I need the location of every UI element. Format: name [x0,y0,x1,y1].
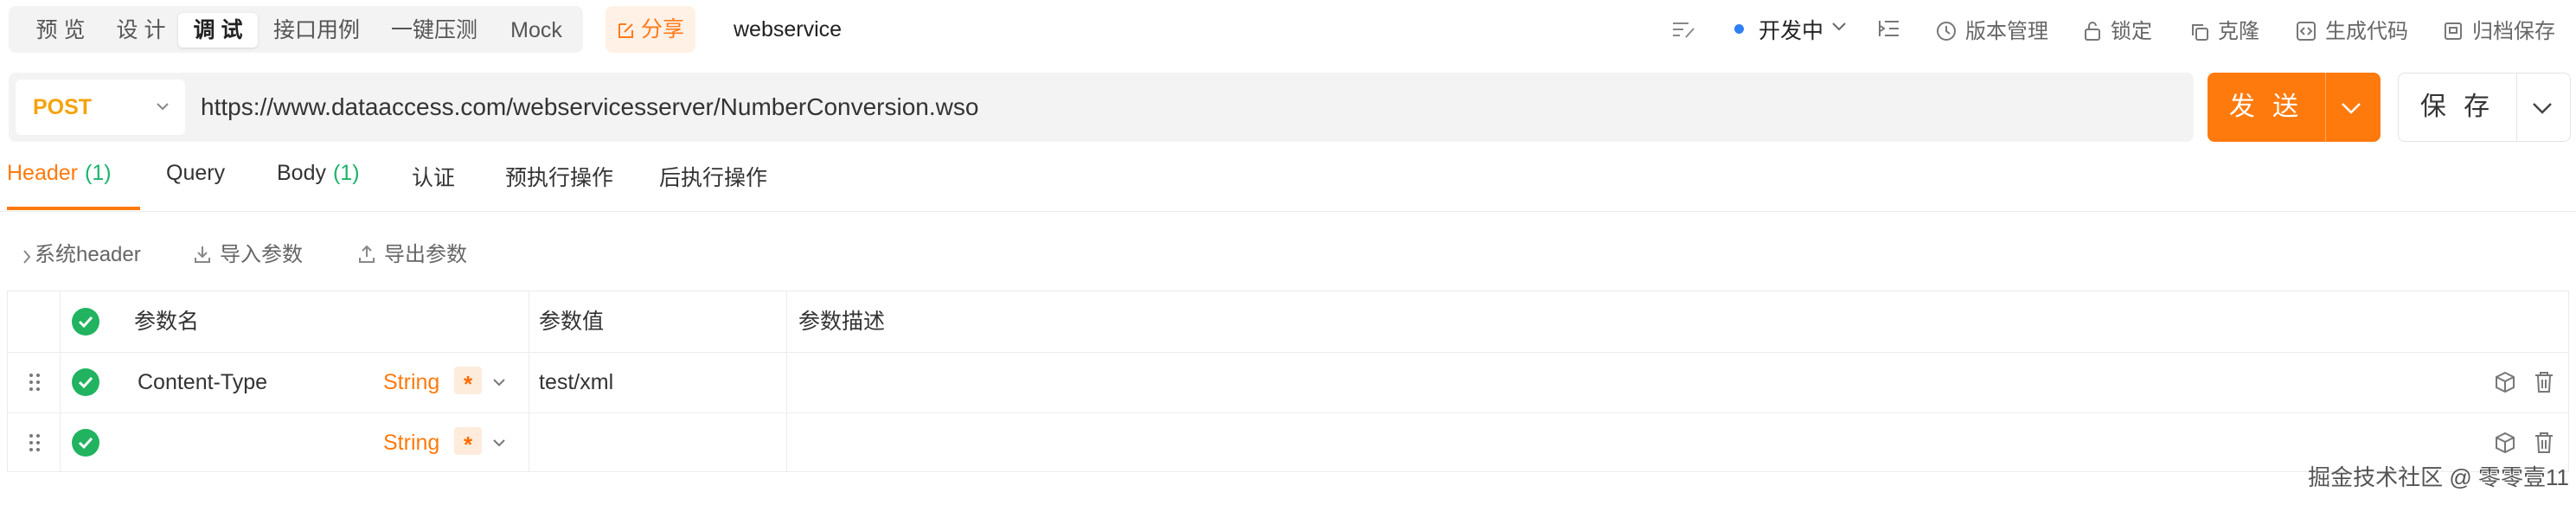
archive-icon [2445,22,2462,40]
check-icon [78,376,93,389]
clone-button[interactable]: 克隆 [2190,14,2259,44]
chevron-down-icon[interactable] [492,438,506,447]
chevron-down-icon[interactable] [2530,100,2554,116]
import-icon [195,246,210,263]
delete-icon[interactable] [2534,371,2554,393]
header-subtoolbar: 系统header 导入参数 导出参数 [0,227,2576,275]
edit-icon [618,23,633,38]
check-icon [78,316,93,329]
method-select[interactable]: POST [16,80,185,135]
table-row: String * [8,412,2568,471]
import-label: 导入参数 [220,243,303,266]
column-header-name: 参数名 [134,310,200,334]
system-header-toggle[interactable]: 系统header [22,237,141,267]
chevron-down-icon[interactable] [492,378,506,387]
code-icon [2297,22,2316,41]
column-header-value: 参数值 [539,310,605,334]
tab-stress-test[interactable]: 一键压测 [379,13,490,48]
export-label: 导出参数 [384,243,467,266]
url-bar: POST https://www.dataaccess.com/webservi… [9,73,2194,142]
tab-debug[interactable]: 调 试 [178,13,258,48]
generate-code-label: 生成代码 [2325,20,2408,43]
active-tab-indicator [7,207,140,210]
cube-icon[interactable] [2494,431,2516,454]
divider [2516,74,2517,141]
copy-icon [2192,24,2208,41]
tab-body[interactable]: Body (1) [277,161,360,186]
clone-label: 克隆 [2218,20,2259,43]
export-params-button[interactable]: 导出参数 [356,237,467,267]
chevron-down-icon [157,103,169,111]
tab-auth[interactable]: 认证 [412,161,455,192]
param-value-input[interactable]: test/xml [539,352,613,412]
chevron-right-icon [23,250,31,264]
outline-icon[interactable] [1877,17,1901,40]
param-value-input[interactable] [539,412,781,473]
tab-design[interactable]: 设 计 [104,13,178,48]
system-header-label: 系统header [35,243,141,266]
param-name-input[interactable] [138,412,371,473]
tab-body-count: (1) [332,161,360,185]
param-type-select[interactable]: String [383,352,439,412]
param-name-input[interactable]: Content-Type [138,352,267,412]
archive-label: 归档保存 [2472,20,2555,43]
check-icon [78,437,93,450]
request-tabs: Header (1) Query Body (1) 认证 预执行操作 后执行操作 [0,154,2576,212]
status-dropdown[interactable]: 开发中 [1759,14,1823,45]
export-icon [359,245,375,263]
top-toolbar: 预 览 设 计 调 试 接口用例 一键压测 Mock 分享 webservice… [0,0,2576,61]
table-header-row: 参数名 参数值 参数描述 [8,291,2568,353]
tab-body-label: Body [277,161,326,185]
chevron-down-icon[interactable] [1831,22,1847,32]
archive-save-button[interactable]: 归档保存 [2443,14,2555,44]
watermark: 掘金技术社区 @ 零零壹11 [2308,464,2569,490]
drag-handle-icon[interactable] [29,433,41,452]
tab-preview[interactable]: 预 览 [17,13,104,48]
tab-header[interactable]: Header (1) [7,161,112,186]
mode-tab-group: 预 览 设 计 调 试 接口用例 一键压测 Mock [9,6,583,53]
param-description-input[interactable] [798,352,2442,412]
header-params-table: 参数名 参数值 参数描述 Content-Type String * test/… [7,291,2569,472]
drag-handle-icon[interactable] [29,373,41,392]
select-all-checkbox[interactable] [72,308,99,336]
param-description-input[interactable] [798,412,2442,473]
row-enable-checkbox[interactable] [72,429,99,457]
tab-pre-script[interactable]: 预执行操作 [505,161,613,192]
version-label: 版本管理 [1965,20,2048,43]
column-header-description: 参数描述 [798,310,886,334]
tab-test-cases[interactable]: 接口用例 [261,13,372,48]
status-dot-icon [1734,24,1744,34]
cube-icon[interactable] [2494,371,2516,393]
divider [2325,73,2326,142]
send-label: 发 送 [2228,93,2304,121]
import-params-button[interactable]: 导入参数 [192,237,303,267]
required-toggle[interactable]: * [454,367,482,397]
chevron-down-icon[interactable] [2339,100,2363,116]
tab-header-count: (1) [85,161,112,185]
lock-label: 锁定 [2111,20,2152,43]
save-label: 保 存 [2419,93,2496,121]
lock-button[interactable]: 锁定 [2083,14,2152,44]
table-row: Content-Type String * test/xml [8,352,2568,413]
rename-icon[interactable] [1671,19,1697,40]
share-label: 分享 [640,17,684,42]
param-type-select[interactable]: String [383,412,439,473]
clock-icon [1937,22,1956,41]
tab-post-script[interactable]: 后执行操作 [659,161,767,192]
api-name-field[interactable]: webservice [718,6,1728,53]
required-toggle[interactable]: * [454,427,482,457]
tab-header-label: Header [7,161,78,185]
tab-query[interactable]: Query [166,161,225,186]
share-button[interactable]: 分享 [606,6,695,53]
lock-icon [2085,22,2100,41]
method-label: POST [33,95,93,119]
generate-code-button[interactable]: 生成代码 [2296,14,2408,44]
send-button[interactable]: 发 送 [2208,73,2381,142]
version-management-button[interactable]: 版本管理 [1936,14,2048,44]
delete-icon[interactable] [2534,431,2554,454]
url-input[interactable]: https://www.dataaccess.com/webservicesse… [201,73,978,142]
tab-mock[interactable]: Mock [498,13,574,48]
row-enable-checkbox[interactable] [72,368,99,396]
save-button[interactable]: 保 存 [2398,73,2571,142]
